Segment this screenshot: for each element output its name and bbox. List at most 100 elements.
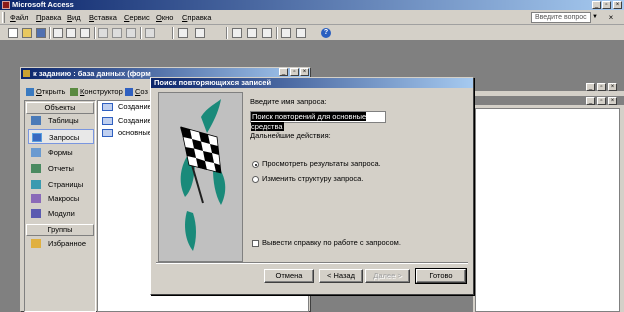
menu-window[interactable]: Окно [156, 13, 173, 22]
print-icon[interactable] [53, 28, 63, 38]
create-button[interactable]: Соз [135, 86, 148, 98]
bg-close-button[interactable]: × [608, 83, 617, 91]
bg2-maximize-button[interactable]: ▫ [597, 97, 606, 105]
finish-button[interactable]: Готово [415, 268, 467, 284]
module-icon [31, 209, 41, 218]
object-modules[interactable]: Модули [28, 206, 94, 221]
query-name-prompt: Введите имя запроса: [250, 97, 327, 106]
query-name-input[interactable]: Поиск повторений для основные средства [250, 111, 386, 131]
query-icon [102, 129, 113, 137]
object-pages-label: Страницы [48, 180, 84, 189]
save-icon[interactable] [36, 28, 46, 38]
bg-minimize-button[interactable]: _ [586, 83, 595, 91]
group-favorites[interactable]: Избранное [28, 236, 94, 251]
dialog-separator [156, 262, 468, 264]
access-key-icon [2, 1, 10, 9]
form-icon [31, 148, 41, 157]
new-object-icon[interactable] [296, 28, 306, 38]
paste-icon[interactable] [126, 28, 136, 38]
relationships-icon[interactable] [281, 28, 291, 38]
print-preview-icon[interactable] [66, 28, 76, 38]
menubar-grip[interactable] [2, 12, 5, 23]
next-actions-prompt: Дальнейшие действия: [250, 131, 331, 140]
object-modules-label: Модули [48, 209, 75, 218]
open-folder-icon[interactable] [22, 28, 32, 38]
view-results-radio[interactable] [252, 161, 259, 168]
list-item[interactable]: основные [100, 128, 150, 138]
create-icon[interactable] [125, 88, 133, 96]
object-pages[interactable]: Страницы [28, 177, 94, 192]
menu-help[interactable]: Справка [182, 13, 211, 22]
list-item[interactable]: Создание [100, 116, 150, 126]
background-window [473, 82, 624, 312]
minimize-button[interactable]: _ [592, 1, 601, 9]
groups-header[interactable]: Группы [26, 224, 94, 236]
modify-design-radio[interactable] [252, 176, 259, 183]
menu-edit[interactable]: Правка [36, 13, 61, 22]
modify-design-label[interactable]: Изменить структуру запроса. [262, 174, 363, 184]
back-button[interactable]: < Назад [319, 269, 363, 283]
show-help-checkbox[interactable] [252, 240, 259, 247]
db-maximize-button[interactable]: ▫ [290, 68, 299, 76]
undo-icon[interactable] [145, 28, 155, 38]
code-icon[interactable] [232, 28, 242, 38]
object-tables-label: Таблицы [48, 116, 79, 125]
db-close-button[interactable]: × [300, 68, 309, 76]
object-macros[interactable]: Макросы [28, 191, 94, 206]
dialog-title: Поиск повторяющихся записей [151, 78, 473, 88]
list-item-label: основные [118, 128, 150, 137]
object-forms[interactable]: Формы [28, 145, 94, 160]
checkered-flag-icon [180, 99, 226, 251]
toolbar-separator [140, 27, 142, 39]
list-item-label: Создание [118, 116, 150, 125]
object-reports[interactable]: Отчеты [28, 161, 94, 176]
bg2-close-button[interactable]: × [608, 97, 617, 105]
open-button[interactable]: Открыть [36, 86, 65, 98]
database-window-title-text: к заданию : база данных (форм [33, 69, 151, 78]
background-window-content [475, 108, 620, 312]
maximize-button[interactable]: ▫ [602, 1, 611, 9]
office-links-icon[interactable] [178, 28, 188, 38]
list-item[interactable]: Создание [100, 102, 150, 112]
wizard-icon [102, 117, 113, 125]
object-tables[interactable]: Таблицы [28, 113, 94, 128]
help-dropdown-arrow-icon[interactable]: ▼ [591, 12, 599, 23]
toolbar-separator [94, 27, 96, 39]
menu-tools[interactable]: Сервис [124, 13, 150, 22]
toolbar-separator [49, 27, 51, 39]
page-icon [31, 180, 41, 189]
properties-icon[interactable] [262, 28, 272, 38]
toolbar-separator [172, 27, 174, 39]
cut-icon[interactable] [98, 28, 108, 38]
script-editor-icon[interactable] [247, 28, 257, 38]
database-key-icon [23, 70, 30, 77]
object-queries[interactable]: Запросы [28, 129, 94, 144]
show-help-label[interactable]: Вывести справку по работе с запросом. [262, 238, 401, 248]
next-button[interactable]: Далее > [365, 269, 410, 283]
design-button[interactable]: Конструктор [80, 86, 123, 98]
cancel-button[interactable]: Отмена [264, 269, 314, 283]
open-icon[interactable] [26, 88, 34, 96]
bg2-minimize-button[interactable]: _ [586, 97, 595, 105]
copy-icon[interactable] [112, 28, 122, 38]
menu-file[interactable]: Файл [10, 13, 28, 22]
view-results-label[interactable]: Просмотреть результаты запроса. [262, 159, 381, 169]
spelling-icon[interactable] [80, 28, 90, 38]
new-file-icon[interactable] [8, 28, 18, 38]
db-minimize-button[interactable]: _ [279, 68, 288, 76]
menu-view[interactable]: Вид [67, 13, 81, 22]
macro-icon [31, 194, 41, 203]
wizard-icon [102, 103, 113, 111]
design-icon[interactable] [70, 88, 78, 96]
menu-insert[interactable]: Вставка [89, 13, 117, 22]
bg-maximize-button[interactable]: ▫ [597, 83, 606, 91]
close-button[interactable]: × [613, 1, 622, 9]
help-icon[interactable]: ? [321, 28, 331, 38]
query-name-value: Поиск повторений для основные средства [251, 112, 367, 131]
help-question-input[interactable]: Введите вопрос [531, 12, 591, 23]
analyze-icon[interactable] [195, 28, 205, 38]
object-reports-label: Отчеты [48, 164, 74, 173]
wizard-picture [158, 92, 243, 262]
menubar-close-icon[interactable]: × [606, 13, 616, 22]
object-macros-label: Макросы [48, 194, 80, 203]
